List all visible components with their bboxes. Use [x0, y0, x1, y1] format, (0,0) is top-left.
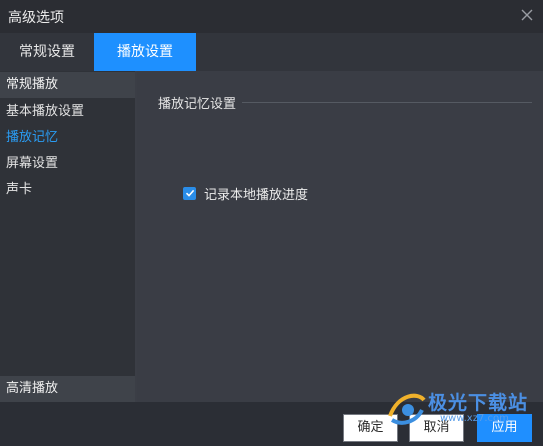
sidebar-item-sound-card[interactable]: 声卡 — [6, 180, 32, 200]
record-progress-label: 记录本地播放进度 — [204, 187, 309, 203]
sidebar: 常规播放 基本播放设置 播放记忆 屏幕设置 声卡 高清播放 — [0, 71, 135, 402]
window-title: 高级选项 — [8, 10, 64, 26]
sidebar-section-general-playback[interactable]: 常规播放 — [0, 72, 135, 98]
group-title: 播放记忆设置 — [158, 97, 237, 112]
ok-button[interactable]: 确定 — [343, 414, 398, 442]
footer: 确定 取消 应用 — [0, 402, 543, 446]
sidebar-item-basic-playback[interactable]: 基本播放设置 — [6, 102, 84, 122]
tab-general-settings[interactable]: 常规设置 — [0, 33, 94, 71]
close-icon[interactable] — [519, 7, 535, 23]
sidebar-section-hd-playback[interactable]: 高清播放 — [0, 376, 135, 402]
title-bar: 高级选项 — [0, 0, 543, 33]
tab-bar: 常规设置 播放设置 — [0, 33, 543, 71]
apply-button[interactable]: 应用 — [477, 414, 532, 442]
group-divider — [242, 102, 532, 103]
sidebar-item-screen-settings[interactable]: 屏幕设置 — [6, 154, 58, 174]
content-area: 常规播放 基本播放设置 播放记忆 屏幕设置 声卡 高清播放 播放记忆设置 记录本… — [0, 71, 543, 402]
record-progress-checkbox-row[interactable]: 记录本地播放进度 — [183, 183, 308, 203]
record-progress-checkbox[interactable] — [183, 186, 196, 200]
cancel-button[interactable]: 取消 — [409, 414, 464, 442]
tab-playback-settings[interactable]: 播放设置 — [94, 33, 196, 71]
checkmark-icon — [185, 189, 194, 197]
sidebar-item-playback-memory[interactable]: 播放记忆 — [6, 128, 58, 148]
settings-panel: 播放记忆设置 记录本地播放进度 — [137, 71, 543, 402]
